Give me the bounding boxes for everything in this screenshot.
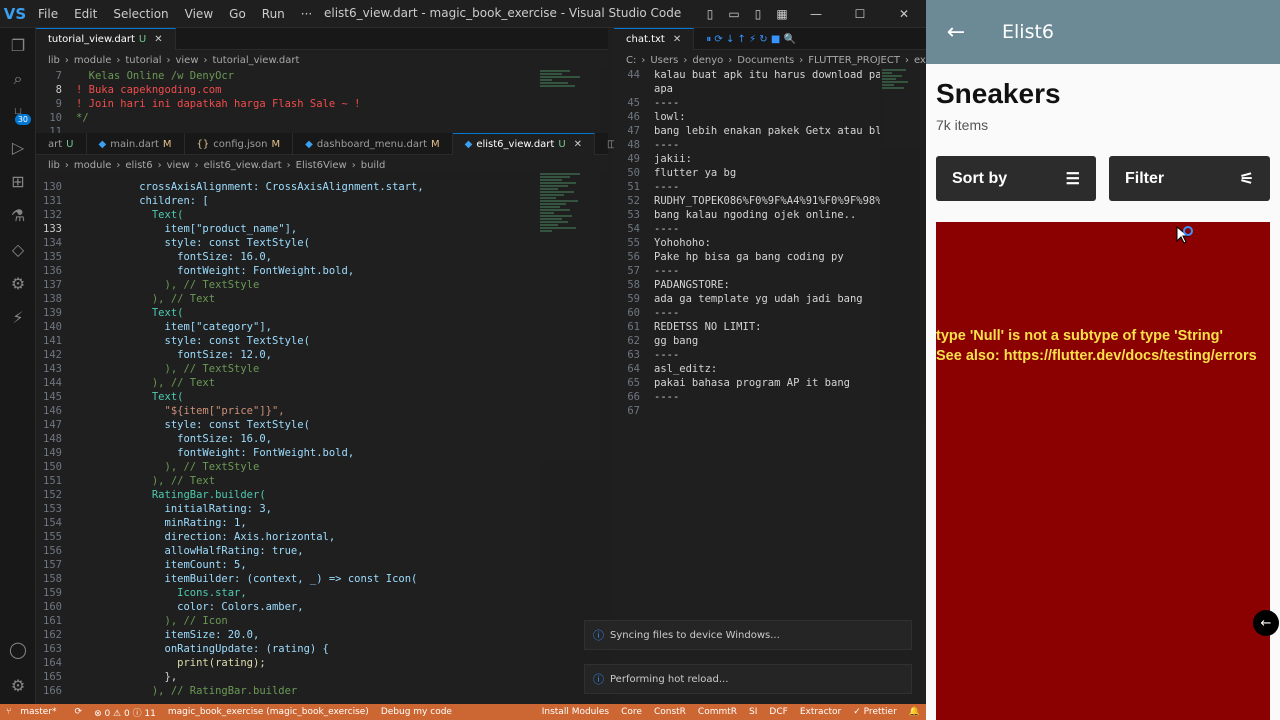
title-bar: VS File Edit Selection View Go Run ··· e… bbox=[0, 0, 926, 28]
status-si[interactable]: SI bbox=[743, 707, 763, 717]
error-line-1: type 'Null' is not a subtype of type 'St… bbox=[936, 328, 1223, 344]
chat-editor-tabs: chat.txt ✕ ⏸ ⟳ ↓ ↑ ⚡ ↻ ■ 🔍 bbox=[614, 28, 926, 50]
close-tab-icon[interactable]: ✕ bbox=[673, 34, 681, 45]
tab-elist6-view[interactable]: ◆ elist6_view.dart U ✕ bbox=[452, 133, 596, 155]
menu-file[interactable]: File bbox=[30, 7, 66, 21]
app-bar: ← Elist6 bbox=[926, 0, 1280, 64]
sort-by-button[interactable]: Sort by ☰ bbox=[936, 156, 1096, 201]
sort-by-label: Sort by bbox=[952, 169, 1008, 187]
page-title: Sneakers bbox=[936, 78, 1061, 109]
top-code-area[interactable]: 7 Kelas Online /w DenyOcr 8! Buka capekn… bbox=[36, 69, 540, 133]
info-icon: ⓘ bbox=[593, 629, 604, 642]
info-icon: ⓘ bbox=[593, 673, 604, 686]
lightning-icon[interactable]: ⚡ bbox=[0, 300, 36, 334]
toggle-panel-icon[interactable]: ▭ bbox=[722, 7, 746, 21]
status-bar: ⑂ master* ⟳ ⊗ 0 ⚠ 0 ⓘ 11 magic_book_exer… bbox=[0, 704, 926, 720]
window-title: elist6_view.dart - magic_book_exercise -… bbox=[324, 6, 682, 20]
debug-config[interactable]: Debug my code bbox=[375, 707, 458, 717]
toggle-secondary-sidebar-icon[interactable]: ▯ bbox=[746, 7, 770, 21]
filter-label: Filter bbox=[1125, 169, 1165, 187]
menu-go[interactable]: Go bbox=[221, 7, 254, 21]
dart-file-icon: ◆ bbox=[98, 138, 107, 150]
arrow-left-fab-icon[interactable]: ← bbox=[1253, 610, 1279, 636]
close-icon[interactable]: ✕ bbox=[882, 7, 926, 21]
item-count: 7k items bbox=[936, 117, 989, 133]
chat-minimap[interactable] bbox=[882, 68, 922, 148]
notification-syncing[interactable]: ⓘ Syncing files to device Windows... bbox=[584, 620, 912, 650]
menu-run[interactable]: Run bbox=[254, 7, 293, 21]
customize-layout-icon[interactable]: ▦ bbox=[770, 7, 794, 21]
problems-indicator[interactable]: ⊗ 0 ⚠ 0 ⓘ 11 bbox=[88, 706, 162, 719]
tab-art[interactable]: art U bbox=[36, 133, 87, 155]
main-code-area[interactable]: 130 crossAxisAlignment: CrossAxisAlignme… bbox=[36, 180, 540, 704]
top-breadcrumb: lib › module › tutorial › view › tutorial_view.d… bbox=[36, 51, 608, 69]
error-line-2: See also: https://flutter.dev/docs/testi… bbox=[936, 348, 1257, 364]
git-graph-icon[interactable]: ◇ bbox=[0, 232, 36, 266]
search-icon[interactable]: ⌕ bbox=[0, 62, 36, 96]
chat-code-area[interactable]: 44 kalau buat apk itu harus download pake… bbox=[614, 68, 880, 418]
status-dcf[interactable]: DCF bbox=[763, 707, 793, 717]
tab-dashboard-menu[interactable]: ◆ dashboard_menu.dart M bbox=[293, 133, 453, 155]
explorer-icon[interactable]: ❐ bbox=[0, 28, 36, 62]
error-message: type 'Null' is not a subtype of type 'St… bbox=[936, 326, 1270, 366]
main-minimap[interactable] bbox=[540, 172, 600, 462]
debug-toolbar[interactable]: ⏸ ⟳ ↓ ↑ ⚡ ↻ ■ 🔍 bbox=[694, 28, 808, 50]
app-bar-title: Elist6 bbox=[1002, 21, 1054, 43]
tab-main-dart[interactable]: ◆ main.dart M bbox=[87, 133, 185, 155]
vscode-logo-icon: VS bbox=[3, 4, 27, 23]
flutter-app-window: ← Elist6 Sneakers 7k items Sort by ☰ Fil… bbox=[926, 0, 1280, 720]
menu-edit[interactable]: Edit bbox=[66, 7, 105, 21]
notifications-bell-icon[interactable]: 🔔 bbox=[903, 707, 926, 717]
status-install-modules[interactable]: Install Modules bbox=[536, 707, 615, 717]
tab-config-json[interactable]: {} config.json M bbox=[185, 133, 294, 155]
project-indicator[interactable]: magic_book_exercise (magic_book_exercise… bbox=[162, 707, 375, 717]
tab-tutorial-view[interactable]: tutorial_view.dart U ✕ bbox=[36, 28, 176, 50]
mouse-cursor-icon bbox=[1176, 226, 1193, 244]
chat-empty-area bbox=[614, 418, 926, 704]
sync-icon[interactable]: ⟳ bbox=[69, 707, 89, 717]
menu-view[interactable]: View bbox=[177, 7, 221, 21]
status-extractor[interactable]: Extractor bbox=[794, 707, 847, 717]
close-tab-icon[interactable]: ✕ bbox=[154, 34, 162, 45]
top-editor-tabs: tutorial_view.dart U ✕ bbox=[36, 28, 608, 50]
menu-bar: File Edit Selection View Go Run ··· bbox=[30, 7, 320, 21]
account-icon[interactable]: ◯ bbox=[0, 632, 36, 666]
status-constr[interactable]: ConstR bbox=[648, 707, 692, 717]
status-core[interactable]: Core bbox=[615, 707, 648, 717]
filter-button[interactable]: Filter ⚟ bbox=[1109, 156, 1270, 201]
back-arrow-icon[interactable]: ← bbox=[926, 20, 986, 45]
manage-gear-icon[interactable]: ⚙ bbox=[0, 668, 36, 702]
activity-bar: ❐ ⌕ ⑂ 30 ▷ ⊞ ⚗ ◇ ⚙ ⚡ ◯ ⚙ bbox=[0, 28, 36, 704]
remote-icon[interactable]: ⚙ bbox=[0, 266, 36, 300]
toggle-sidebar-icon[interactable]: ▯ bbox=[698, 7, 722, 21]
status-commtr[interactable]: CommtR bbox=[692, 707, 743, 717]
source-control-icon[interactable]: ⑂ 30 bbox=[0, 96, 36, 130]
main-breadcrumb: lib › module › elist6 › view › elist6_view.dart ›… bbox=[36, 156, 608, 174]
source-control-badge: 30 bbox=[14, 114, 31, 125]
menu-selection[interactable]: Selection bbox=[105, 7, 176, 21]
run-debug-icon[interactable]: ▷ bbox=[0, 130, 36, 164]
json-file-icon: {} bbox=[196, 138, 210, 150]
dart-file-icon: ◆ bbox=[464, 139, 473, 150]
chat-breadcrumb: C: › Users › denyo › Documents › FLUTTER_PROJECT… bbox=[614, 51, 926, 69]
tune-icon: ⚟ bbox=[1239, 170, 1254, 188]
branch-indicator[interactable]: ⑂ master* bbox=[0, 707, 69, 717]
tab-chat-txt[interactable]: chat.txt ✕ bbox=[614, 28, 695, 50]
top-minimap[interactable] bbox=[540, 69, 600, 133]
main-editor-tabs: art U ◆ main.dart M {} config.json M ◆ dashboa… bbox=[36, 133, 650, 155]
minimize-icon[interactable]: — bbox=[794, 7, 838, 21]
status-prettier[interactable]: ✓ Prettier bbox=[847, 707, 903, 717]
sort-icon: ☰ bbox=[1065, 170, 1080, 188]
testing-icon[interactable]: ⚗ bbox=[0, 198, 36, 232]
dart-file-icon: ◆ bbox=[305, 138, 313, 150]
extensions-icon[interactable]: ⊞ bbox=[0, 164, 36, 198]
notification-hot-reload[interactable]: ⓘ Performing hot reload... bbox=[584, 664, 912, 694]
window-controls: ▯ ▭ ▯ ▦ — ☐ ✕ bbox=[698, 0, 926, 28]
menu-more[interactable]: ··· bbox=[293, 7, 320, 21]
close-tab-icon[interactable]: ✕ bbox=[574, 139, 582, 150]
maximize-icon[interactable]: ☐ bbox=[838, 7, 882, 21]
error-widget: type 'Null' is not a subtype of type 'St… bbox=[936, 222, 1270, 720]
